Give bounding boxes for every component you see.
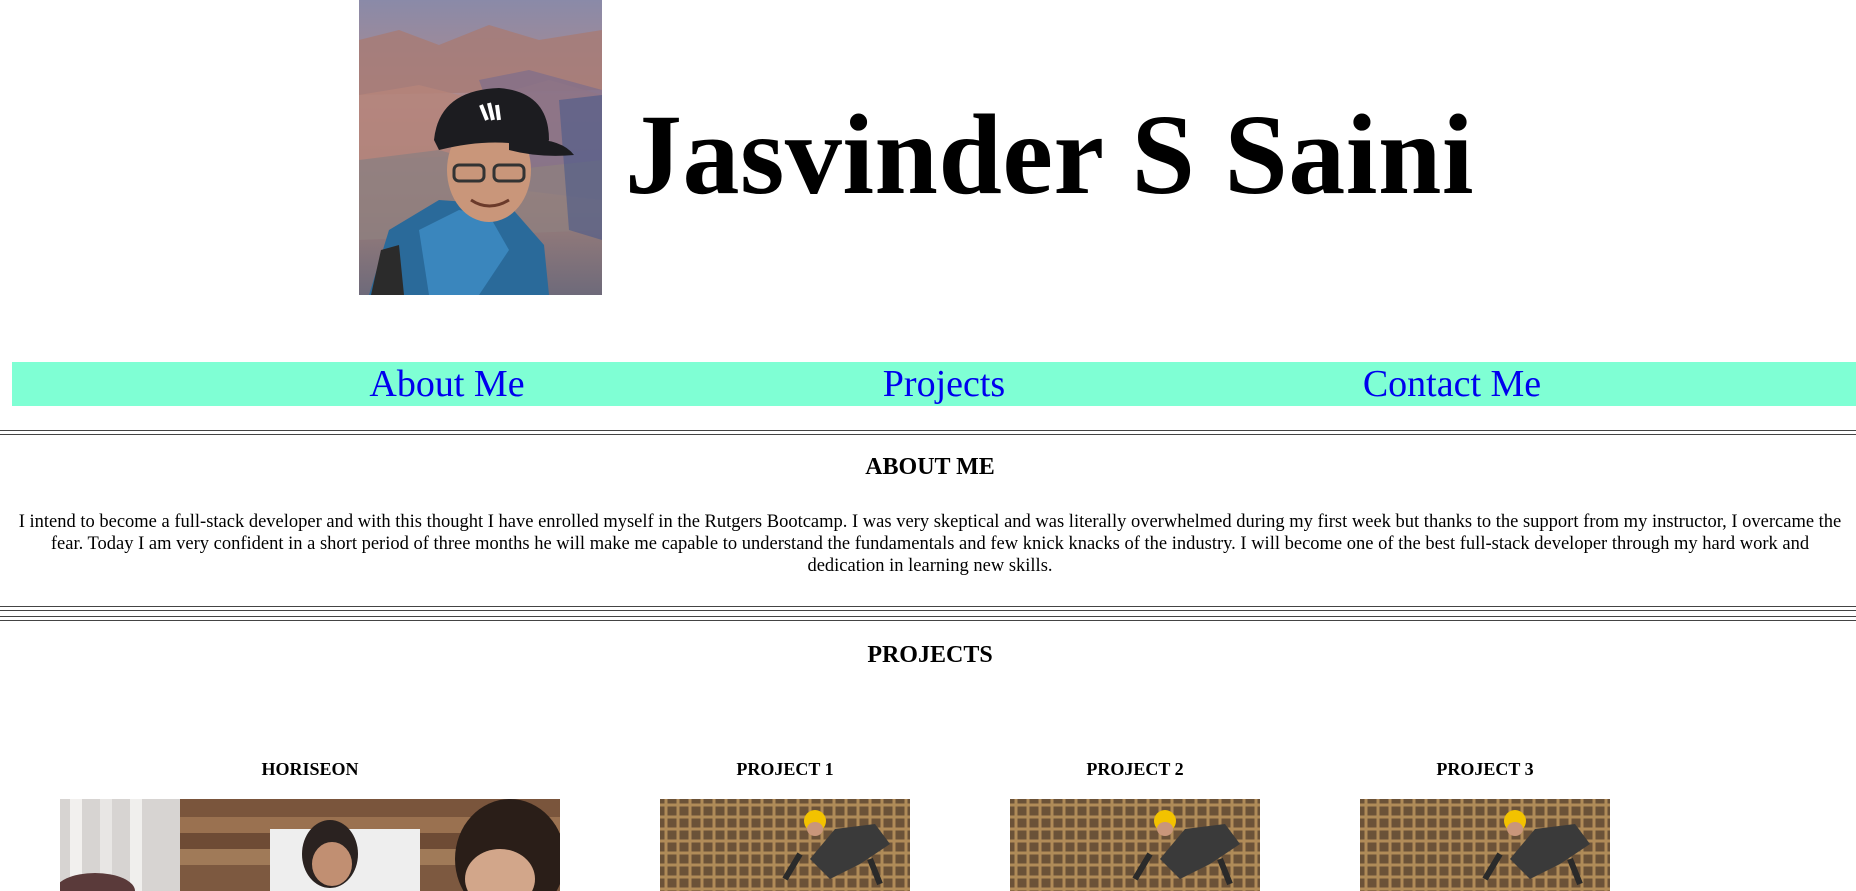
about-text: I intend to become a full-stack develope… [18, 512, 1842, 576]
profile-photo [359, 0, 602, 295]
project-title-3: PROJECT 3 [1436, 759, 1534, 779]
page: Jasvinder S Saini About Me Projects Cont… [0, 0, 1856, 891]
team-meeting-image-icon [60, 799, 560, 891]
section-divider [0, 606, 1856, 611]
nav-bar: About Me Projects Contact Me [12, 362, 1856, 406]
project-image-2[interactable] [1010, 799, 1260, 891]
construction-worker-image-icon [1010, 799, 1260, 891]
construction-worker-image-icon [1360, 799, 1610, 891]
projects-heading: PROJECTS [867, 642, 993, 668]
project-image-horiseon[interactable] [60, 799, 560, 891]
nav-link-about-me[interactable]: About Me [369, 362, 524, 406]
section-divider [0, 430, 1856, 435]
nav-link-contact-me[interactable]: Contact Me [1363, 362, 1541, 406]
project-title-horiseon: HORISEON [261, 759, 359, 779]
construction-worker-image-icon [660, 799, 910, 891]
project-image-1[interactable] [660, 799, 910, 891]
project-image-3[interactable] [1360, 799, 1610, 891]
header: Jasvinder S Saini [0, 0, 1856, 300]
site-title: Jasvinder S Saini [625, 91, 1475, 218]
profile-photo-icon [359, 0, 602, 295]
project-title-2: PROJECT 2 [1086, 759, 1184, 779]
nav-link-projects[interactable]: Projects [883, 362, 1005, 406]
about-heading: ABOUT ME [865, 454, 995, 480]
project-title-1: PROJECT 1 [736, 759, 834, 779]
section-divider [0, 616, 1856, 621]
